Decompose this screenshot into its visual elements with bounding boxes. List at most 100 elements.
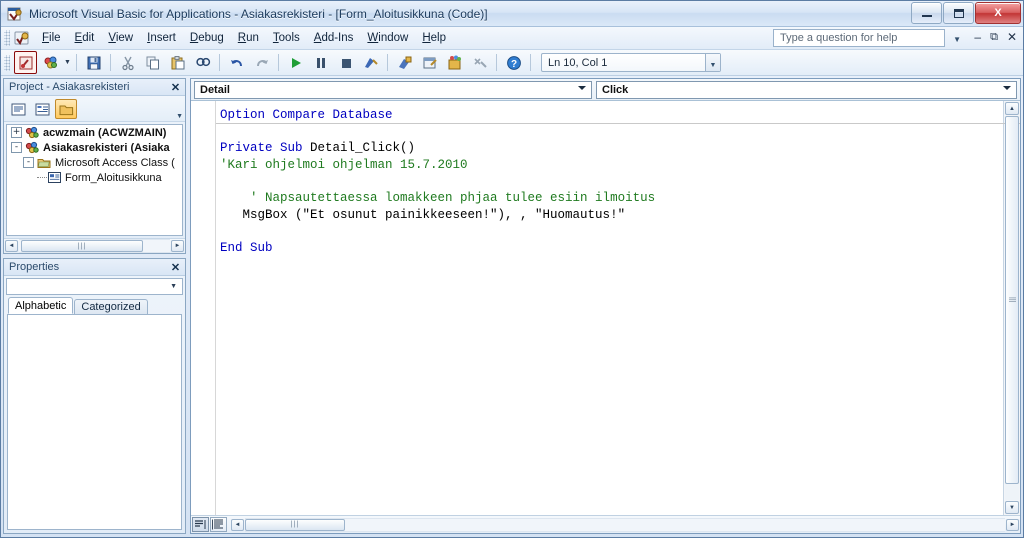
menu-item-insert[interactable]: Insert [140,29,183,47]
cut-icon[interactable] [116,51,139,74]
project-tree[interactable]: + acwzmain (ACWZMAIN) - Asiakasrekisteri… [6,124,183,236]
full-module-view-button[interactable] [210,517,227,532]
toolbox-icon[interactable] [468,51,491,74]
properties-panel: Properties ✕ ▼ Alphabetic Categorized [3,258,186,534]
scroll-right-arrow-icon[interactable]: ► [1006,518,1019,531]
project-panel-close-icon[interactable]: ✕ [168,80,183,95]
break-icon[interactable] [309,51,332,74]
scrollbar-track[interactable]: ||| [19,239,170,253]
tree-node[interactable]: + acwzmain (ACWZMAIN) [7,125,182,140]
menu-item-edit[interactable]: Edit [68,29,102,47]
find-icon[interactable] [191,51,214,74]
horizontal-scrollbar-thumb[interactable]: ||| [245,518,345,531]
properties-list[interactable] [7,314,182,530]
object-browser-icon[interactable] [443,51,466,74]
chevron-down-icon[interactable]: ▼ [170,283,182,290]
project-tree-horizontal-scrollbar[interactable]: ◄ ||| ► [4,238,185,253]
code-window: Detail Click Option Compare Database Pri… [190,78,1021,534]
copy-icon[interactable] [141,51,164,74]
run-icon[interactable] [284,51,307,74]
insert-module-icon[interactable] [39,51,62,74]
menu-item-debug[interactable]: Debug [183,29,231,47]
close-button[interactable]: X [975,2,1021,24]
code-margin-indicator-bar[interactable] [191,101,216,515]
code-line: MsgBox ("Et osunut painikkeeseen!"), , "… [220,207,1003,224]
vertical-scrollbar-track[interactable]: ||| [1005,116,1019,500]
tree-node[interactable]: Form_Aloitusikkuna [7,170,182,185]
help-icon[interactable]: ? [502,51,525,74]
menu-item-help[interactable]: Help [415,29,453,47]
properties-object-select[interactable]: ▼ [6,278,183,295]
menu-grip-handle[interactable] [4,30,10,46]
code-line: Private Sub Detail_Click() [220,140,1003,157]
view-code-icon[interactable] [7,99,29,119]
chevron-down-icon[interactable] [578,85,586,90]
menu-item-tools[interactable]: Tools [266,29,307,47]
scroll-down-arrow-icon[interactable]: ▼ [1005,501,1019,514]
view-object-icon[interactable] [31,99,53,119]
window-controls: X [911,2,1021,24]
insert-dropdown-caret-icon[interactable]: ▼ [63,59,72,66]
mdi-close-button[interactable]: ✕ [1007,30,1017,44]
code-vertical-scrollbar[interactable]: ▲ ||| ▼ [1003,101,1020,515]
view-access-icon[interactable] [14,51,37,74]
chevron-down-icon[interactable] [1003,85,1011,90]
redo-icon[interactable] [250,51,273,74]
scrollbar-thumb[interactable]: ||| [21,240,143,252]
context-position-value: Ln 10, Col 1 [548,56,608,69]
paste-icon[interactable] [166,51,189,74]
folder-icon [37,156,52,169]
tree-node[interactable]: - Microsoft Access Class ( [7,155,182,170]
properties-panel-title-bar[interactable]: Properties ✕ [4,259,185,276]
menu-item-add-ins[interactable]: Add-Ins [307,29,361,47]
scroll-left-arrow-icon[interactable]: ◄ [5,240,18,252]
design-mode-icon[interactable] [359,51,382,74]
save-icon[interactable] [82,51,105,74]
toolbar-separator [76,54,77,71]
properties-panel-close-icon[interactable]: ✕ [168,260,183,275]
procedure-combo-box[interactable]: Click [596,80,1017,99]
menu-item-view[interactable]: View [101,29,140,47]
toolbar-separator [110,54,111,71]
code-token: MsgBox ("Et osunut painikkeeseen!"), , "… [220,207,626,222]
toolbar-separator [496,54,497,71]
minimize-button[interactable] [911,2,942,24]
scroll-right-arrow-icon[interactable]: ► [171,240,184,252]
menu-item-file[interactable]: File [35,29,68,47]
toggle-folders-icon[interactable] [55,99,77,119]
context-position-field[interactable]: Ln 10, Col 1 ▼ [541,53,721,72]
object-combo-value: Detail [200,83,230,96]
mdi-minimize-button[interactable]: – [974,30,981,44]
help-dropdown-caret-icon[interactable]: ▼ [953,35,961,44]
project-toolbar-overflow-icon[interactable]: ▼ [176,113,183,120]
scroll-left-arrow-icon[interactable]: ◄ [231,518,244,531]
toolbar-grip-handle[interactable] [4,54,10,71]
tree-expander-icon[interactable]: - [23,157,34,168]
standard-toolbar: ▼ ? Ln 10, Col 1 ▼ [1,50,1023,76]
tree-expander-icon[interactable]: + [11,127,22,138]
menu-item-run[interactable]: Run [231,29,266,47]
maximize-button[interactable] [943,2,974,24]
vertical-scrollbar-thumb[interactable]: ||| [1005,116,1019,484]
project-icon [25,126,40,139]
tree-expander-icon[interactable]: - [11,142,22,153]
horizontal-scrollbar-track[interactable]: ||| [245,517,1005,532]
procedure-view-button[interactable] [192,517,209,532]
project-panel-title-bar[interactable]: Project - Asiakasrekisteri ✕ [4,79,185,96]
help-question-input[interactable]: Type a question for help [773,29,945,47]
tree-node[interactable]: - Asiakasrekisteri (Asiaka [7,140,182,155]
context-dropdown-caret-icon[interactable]: ▼ [705,54,720,71]
tab-categorized[interactable]: Categorized [74,299,148,314]
undo-icon[interactable] [225,51,248,74]
project-explorer-icon[interactable] [393,51,416,74]
reset-icon[interactable] [334,51,357,74]
scroll-up-arrow-icon[interactable]: ▲ [1005,102,1019,115]
code-text-area[interactable]: Option Compare Database Private Sub Deta… [216,101,1003,515]
properties-window-icon[interactable] [418,51,441,74]
object-combo-box[interactable]: Detail [194,80,592,99]
vba-menu-icon[interactable] [13,30,31,46]
menu-item-window[interactable]: Window [360,29,415,47]
mdi-restore-button[interactable]: ⧉ [990,30,998,44]
tab-alphabetic[interactable]: Alphabetic [8,297,74,314]
